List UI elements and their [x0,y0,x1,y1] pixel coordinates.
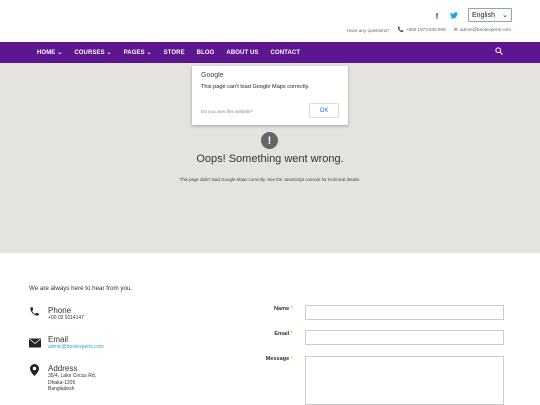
google-map[interactable]: Google This page can't load Google Maps … [0,63,540,253]
contact-intro: We are always here to hear from you. [29,285,133,292]
email-text: admin@bootexperts.com [459,27,511,32]
phone-text: +880 1973 833 508 [405,27,446,32]
required-mark: * [290,306,293,312]
phone-icon: 📞 [397,27,404,33]
phone-info: 📞 +880 1973 833 508 [398,27,446,33]
phone-value: +00 02 9114147 [48,315,84,321]
search-icon[interactable] [495,47,503,57]
contact-phone: Phone +00 02 9114147 [29,306,84,322]
map-marker-icon [29,364,40,376]
dialog-message: This page can't load Google Maps correct… [201,84,310,90]
nav-item-about-us[interactable]: ABOUT US [226,50,258,56]
name-input[interactable] [305,305,504,320]
label-text: Email [274,331,290,337]
address-line-3: Bangladesh [48,386,75,392]
nav-item-blog[interactable]: BLOG [197,50,215,56]
error-detail: This page didn't load Google Maps correc… [179,177,361,182]
email-info[interactable]: ✉ admin@bootexperts.com [454,27,511,33]
phone-icon [29,306,40,317]
nav-item-courses[interactable]: COURSES ⌄ [74,49,111,56]
envelope-icon [29,335,41,348]
contact-address: Address 35/4, Lake Circus Rd, Dhaka-1205… [29,364,96,393]
address-title: Address [48,364,78,373]
nav-label: COURSES [74,50,105,56]
address-line-1: 35/4, Lake Circus Rd, [48,373,97,379]
nav-item-home[interactable]: HOME ⌄ [37,49,62,56]
chevron-down-icon: ⌄ [57,50,63,56]
nav-label: HOME [37,50,56,56]
top-bar: f in English ⌄ Have any questions? 📞+880… [0,0,540,42]
own-site-link[interactable]: Do you own this website? [201,109,253,114]
main-navigation: HOME ⌄ COURSES ⌄ PAGES ⌄ STORE BLOG ABOU… [0,42,540,63]
twitter-icon[interactable] [450,12,458,21]
chevron-down-icon: ⌄ [502,12,508,19]
question-text: Have any questions? [346,27,390,33]
label-text: Name [274,306,290,312]
required-mark: * [290,331,293,337]
email-title: Email [48,335,69,344]
label-text: Message [265,356,290,362]
email-value-link[interactable]: admin@bootexperts.com [48,344,104,351]
envelope-icon: ✉ [453,27,458,33]
chevron-down-icon: ⌄ [106,50,112,56]
error-heading: Oops! Something went wrong. [196,153,344,165]
map-error-dialog: Google This page can't load Google Maps … [192,66,348,125]
name-label: Name * [233,306,293,312]
contact-email: Email admin@bootexperts.com [29,335,104,351]
message-label: Message * [233,356,293,362]
phone-title: Phone [48,306,72,315]
ok-button[interactable]: OK [309,103,339,118]
nav-item-contact[interactable]: CONTACT [271,50,301,56]
nav-label: PAGES [123,50,145,56]
nav-item-pages[interactable]: PAGES ⌄ [124,49,152,56]
message-textarea[interactable] [305,356,504,405]
google-brand: Google [201,72,224,79]
chevron-down-icon: ⌄ [146,50,152,56]
required-mark: * [290,356,293,362]
email-input[interactable] [305,330,504,345]
contact-line: Have any questions? 📞 +880 1973 833 508 ✉… [347,27,511,33]
nav-item-store[interactable]: STORE [164,50,185,56]
email-label: Email * [233,331,293,337]
language-selected: English [472,11,495,19]
facebook-icon[interactable]: f [433,12,441,21]
error-icon: ! [261,132,278,149]
language-select[interactable]: English ⌄ [468,8,512,22]
